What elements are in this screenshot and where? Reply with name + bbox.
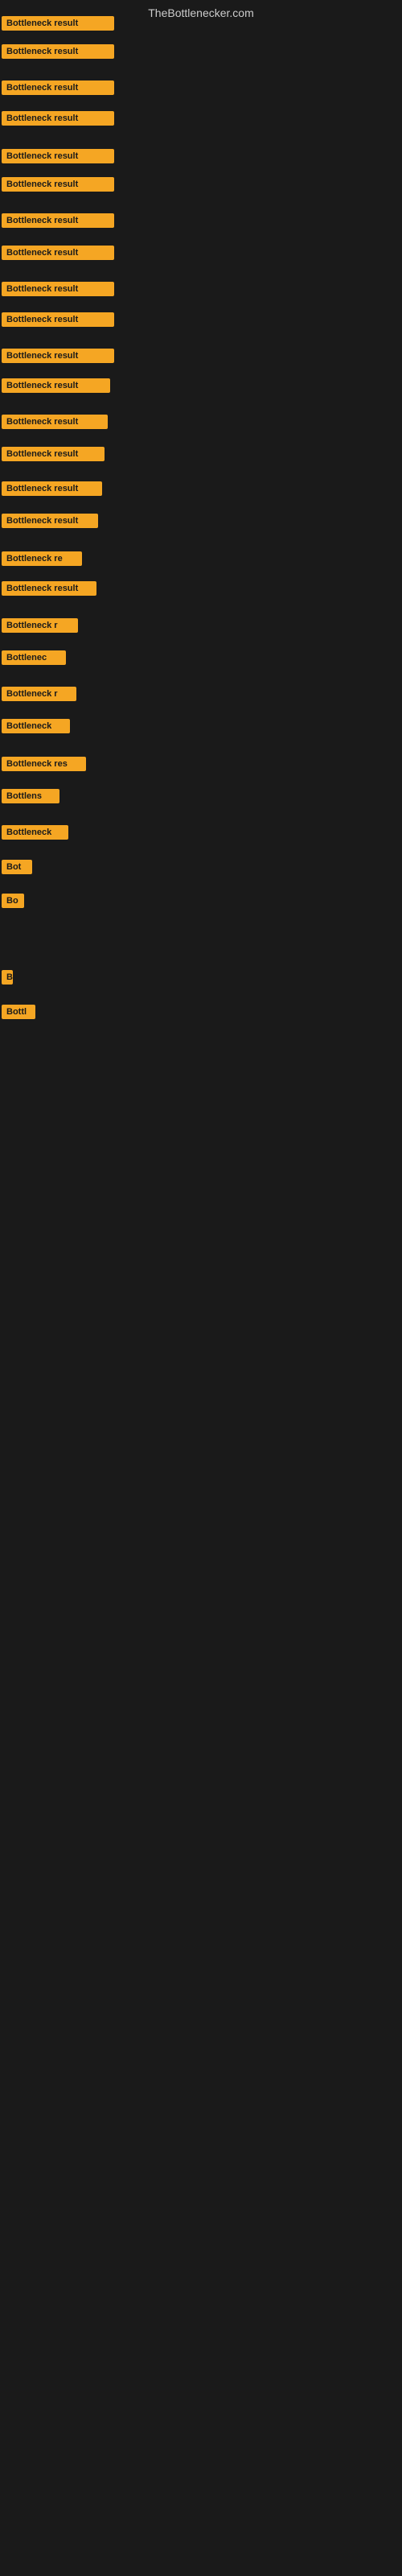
bottleneck-item: Bottlenec (2, 650, 66, 669)
bottleneck-item: Bottleneck result (2, 415, 108, 433)
bottleneck-badge: Bottleneck (2, 719, 70, 733)
bottleneck-badge: Bottleneck result (2, 80, 114, 95)
bottleneck-badge: Bottleneck result (2, 149, 114, 163)
bottleneck-badge: Bottleneck result (2, 312, 114, 327)
bottleneck-item: Bottleneck result (2, 16, 114, 35)
bottleneck-item: Bottleneck result (2, 111, 114, 130)
bottleneck-item: Bottlens (2, 789, 59, 807)
bottleneck-item: Bottleneck result (2, 80, 114, 99)
bottleneck-badge: Bottleneck result (2, 177, 114, 192)
bottleneck-badge: Bottleneck result (2, 111, 114, 126)
bottleneck-item: Bottleneck result (2, 581, 96, 600)
bottleneck-item: Bo (2, 894, 24, 912)
bottleneck-item: Bottleneck result (2, 378, 110, 397)
bottleneck-item: Bottleneck result (2, 177, 114, 196)
bottleneck-badge: B (2, 970, 13, 985)
bottleneck-badge: Bottleneck result (2, 44, 114, 59)
bottleneck-badge: Bottleneck r (2, 687, 76, 701)
bottleneck-item: Bottleneck result (2, 447, 105, 465)
bottleneck-badge: Bottleneck result (2, 282, 114, 296)
bottleneck-badge: Bottleneck result (2, 415, 108, 429)
bottleneck-item: B (2, 970, 13, 989)
bottleneck-badge: Bottleneck result (2, 481, 102, 496)
bottleneck-badge: Bottleneck r (2, 618, 78, 633)
bottleneck-badge: Bo (2, 894, 24, 908)
bottleneck-item: Bottleneck res (2, 757, 86, 775)
bottleneck-item: Bot (2, 860, 32, 878)
bottleneck-item: Bottleneck result (2, 282, 114, 300)
bottleneck-badge: Bot (2, 860, 32, 874)
bottleneck-badge: Bottleneck result (2, 213, 114, 228)
bottleneck-item: Bottleneck r (2, 687, 76, 705)
bottleneck-badge: Bottlens (2, 789, 59, 803)
bottleneck-item: Bottleneck result (2, 481, 102, 500)
bottleneck-badge: Bottleneck re (2, 551, 82, 566)
bottleneck-item: Bottleneck re (2, 551, 82, 570)
bottleneck-badge: Bottleneck result (2, 246, 114, 260)
bottleneck-item: Bottleneck (2, 719, 70, 737)
bottleneck-item: Bottleneck result (2, 514, 98, 532)
bottleneck-badge: Bottleneck (2, 825, 68, 840)
bottleneck-item: Bottleneck result (2, 349, 114, 367)
bottleneck-item: Bottl (2, 1005, 35, 1023)
bottleneck-badge: Bottleneck result (2, 581, 96, 596)
bottleneck-item: Bottleneck result (2, 312, 114, 331)
bottleneck-item: Bottleneck result (2, 213, 114, 232)
bottleneck-badge: Bottlenec (2, 650, 66, 665)
bottleneck-item: Bottleneck (2, 825, 68, 844)
bottleneck-item: Bottleneck r (2, 618, 78, 637)
bottleneck-item: Bottleneck result (2, 246, 114, 264)
bottleneck-badge: Bottl (2, 1005, 35, 1019)
bottleneck-badge: Bottleneck res (2, 757, 86, 771)
bottleneck-badge: Bottleneck result (2, 447, 105, 461)
bottleneck-badge: Bottleneck result (2, 349, 114, 363)
bottleneck-badge: Bottleneck result (2, 378, 110, 393)
bottleneck-badge: Bottleneck result (2, 16, 114, 31)
page-wrapper: TheBottlenecker.com Bottleneck resultBot… (0, 0, 402, 2576)
bottleneck-item: Bottleneck result (2, 44, 114, 63)
bottleneck-item: Bottleneck result (2, 149, 114, 167)
bottleneck-badge: Bottleneck result (2, 514, 98, 528)
